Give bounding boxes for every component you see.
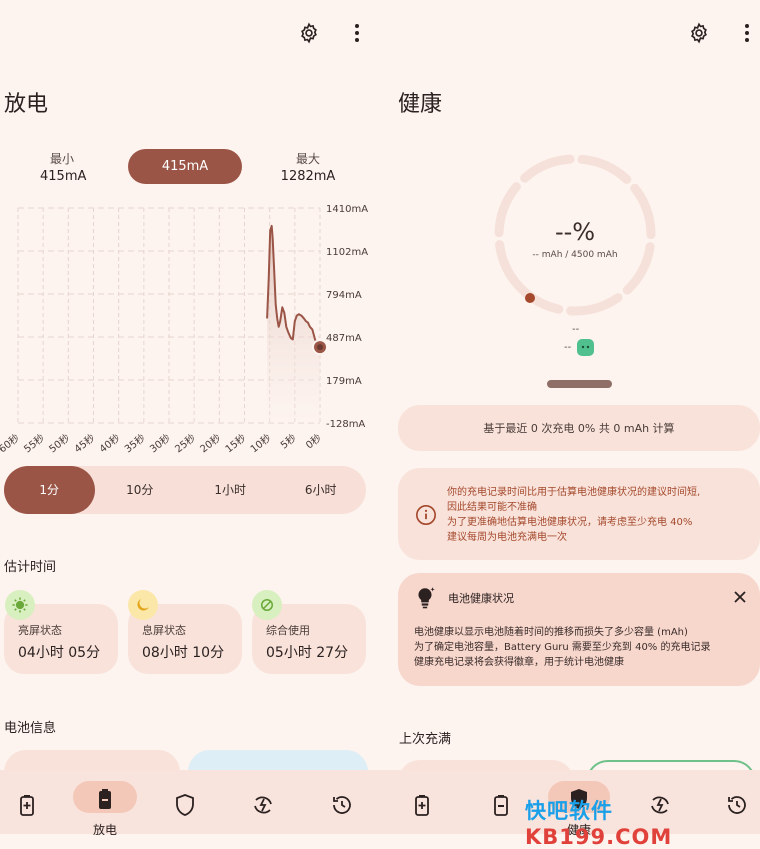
battery-health-card: 电池健康状况 电池健康以显示电池随着时间的推移而损失了多少容量 (mAh) 为了… xyxy=(398,573,760,686)
top-actions xyxy=(296,20,370,46)
nav-charging-cycle-icon[interactable] xyxy=(248,790,278,820)
health-card-title: 电池健康状况 xyxy=(448,592,514,605)
range-6hour[interactable]: 6小时 xyxy=(276,466,367,514)
discharge-chart: 60秒 55秒 50秒 45秒 40秒 35秒 30秒 25秒 20秒 15秒 10秒 5秒 0秒 141… xyxy=(0,204,368,455)
info-icon xyxy=(416,505,436,525)
watermark-site: KB199.COM xyxy=(525,825,673,849)
time-range-selector: 1分 10分 1小时 6小时 xyxy=(4,466,366,514)
y-tick-label: -128mA xyxy=(326,419,365,430)
gauge-dot xyxy=(525,293,535,303)
nav-label-discharge: 放电 xyxy=(93,823,118,837)
close-icon[interactable] xyxy=(730,587,750,607)
settings-gear-icon[interactable] xyxy=(296,20,322,46)
x-tick-label: 35秒 xyxy=(122,431,148,455)
estimate-label: 综合使用 xyxy=(266,624,310,637)
last-full-title: 上次充满 xyxy=(399,732,452,747)
x-tick-label: 40秒 xyxy=(97,431,123,455)
health-percent: --% xyxy=(554,218,596,246)
warning-card: 你的充电记录时间比用于估算电池健康状况的建议时间短, 因此结果可能不准确 为了更… xyxy=(398,468,760,560)
health-capacity: -- mAh / 4500 mAh xyxy=(532,250,618,260)
mixed-usage-icon xyxy=(252,590,282,620)
current-point-center xyxy=(317,344,323,351)
watermark-cn: 快吧软件 xyxy=(525,799,613,823)
range-1min[interactable]: 1分 xyxy=(4,466,95,514)
page-title: 健康 xyxy=(398,92,443,117)
watermark: 快吧软件 KB199.COM xyxy=(525,795,760,849)
range-10min[interactable]: 10分 xyxy=(95,466,186,514)
estimate-label: 亮屏状态 xyxy=(18,624,62,637)
max-stat: 最大 1282mA xyxy=(278,150,338,184)
estimate-section-title: 估计时间 xyxy=(4,560,57,575)
x-tick-label: 5秒 xyxy=(278,431,299,451)
health-card-body: 电池健康以显示电池随着时间的推移而损失了多少容量 (mAh) 为了确定电池容量，… xyxy=(414,625,711,670)
max-value: 1282mA xyxy=(280,169,336,184)
y-tick-label: 1410mA xyxy=(326,204,368,215)
y-tick-label: 487mA xyxy=(326,333,362,344)
nav-discharge-battery-icon[interactable] xyxy=(90,784,120,814)
x-tick-label: 20秒 xyxy=(197,431,223,455)
battery-info-title: 电池信息 xyxy=(4,721,57,736)
min-stat: 最小 415mA xyxy=(40,150,87,184)
nav-discharge-battery-icon[interactable] xyxy=(486,790,516,820)
x-tick-label: 0秒 xyxy=(303,431,324,451)
x-tick-label: 60秒 xyxy=(0,431,22,455)
x-tick-label: 45秒 xyxy=(71,431,97,455)
estimate-value: 04小时 05分 xyxy=(18,645,101,661)
basis-card: 基于最近 0 次充电 0% 共 0 mAh 计算 xyxy=(398,405,760,451)
top-actions xyxy=(686,20,760,46)
more-vert-icon[interactable] xyxy=(344,20,370,46)
health-card-line: 健康充电记录将会获得徽章，用于统计电池健康 xyxy=(414,657,624,668)
discharge-screen: 放电 最小 415mA 415mA 最大 1282mA 60秒 55秒 50秒 45秒… xyxy=(0,0,380,834)
x-tick-label: 25秒 xyxy=(172,431,198,455)
current-value-pill[interactable]: 415mA xyxy=(128,149,242,184)
min-value: 415mA xyxy=(40,169,87,184)
range-1hour[interactable]: 1小时 xyxy=(185,466,276,514)
page-title: 放电 xyxy=(4,92,49,117)
y-tick-label: 1102mA xyxy=(326,247,368,258)
warning-line: 建议每周为电池充满电一次 xyxy=(447,532,567,543)
health-card-line: 电池健康以显示电池随着时间的推移而损失了多少容量 (mAh) xyxy=(414,627,688,638)
progress-handle xyxy=(547,380,612,388)
nav-shield-icon[interactable] xyxy=(170,790,200,820)
battery-face-icon xyxy=(577,339,594,356)
health-screen: 健康 --% -- mAh / 4500 mAh -- -- 基于最近 0 次充… xyxy=(380,0,760,834)
x-tick-label: 15秒 xyxy=(222,431,248,455)
moon-icon xyxy=(128,590,158,620)
warning-line: 为了更准确地估算电池健康状况，请考虑至少充电 40% xyxy=(447,517,693,528)
y-tick-label: 179mA xyxy=(326,376,362,387)
x-tick-label: 50秒 xyxy=(46,431,72,455)
warning-line: 因此结果可能不准确 xyxy=(447,502,537,513)
x-tick-label: 10秒 xyxy=(248,431,274,455)
lightbulb-icon xyxy=(418,587,435,609)
dash-left: -- xyxy=(564,342,572,353)
estimate-value: 05小时 27分 xyxy=(266,645,349,661)
estimate-label: 息屏状态 xyxy=(142,624,186,637)
warning-text: 你的充电记录时间比用于估算电池健康状况的建议时间短, 因此结果可能不准确 为了更… xyxy=(447,485,700,545)
more-vert-icon[interactable] xyxy=(734,20,760,46)
dash-top: -- xyxy=(572,324,580,335)
nav-charge-battery-icon[interactable] xyxy=(407,790,437,820)
settings-gear-icon[interactable] xyxy=(686,20,712,46)
sun-icon xyxy=(5,590,35,620)
y-tick-label: 794mA xyxy=(326,290,362,301)
nav-history-icon[interactable] xyxy=(327,790,357,820)
warning-line: 你的充电记录时间比用于估算电池健康状况的建议时间短, xyxy=(447,487,701,498)
estimate-value: 08小时 10分 xyxy=(142,645,225,661)
x-tick-label: 55秒 xyxy=(21,431,47,455)
health-card-line: 为了确定电池容量，Battery Guru 需要至少充到 40% 的充电记录 xyxy=(414,642,711,653)
max-label: 最大 xyxy=(295,152,320,166)
x-tick-label: 30秒 xyxy=(147,431,173,455)
nav-charge-battery-icon[interactable] xyxy=(12,790,42,820)
min-label: 最小 xyxy=(49,152,74,166)
